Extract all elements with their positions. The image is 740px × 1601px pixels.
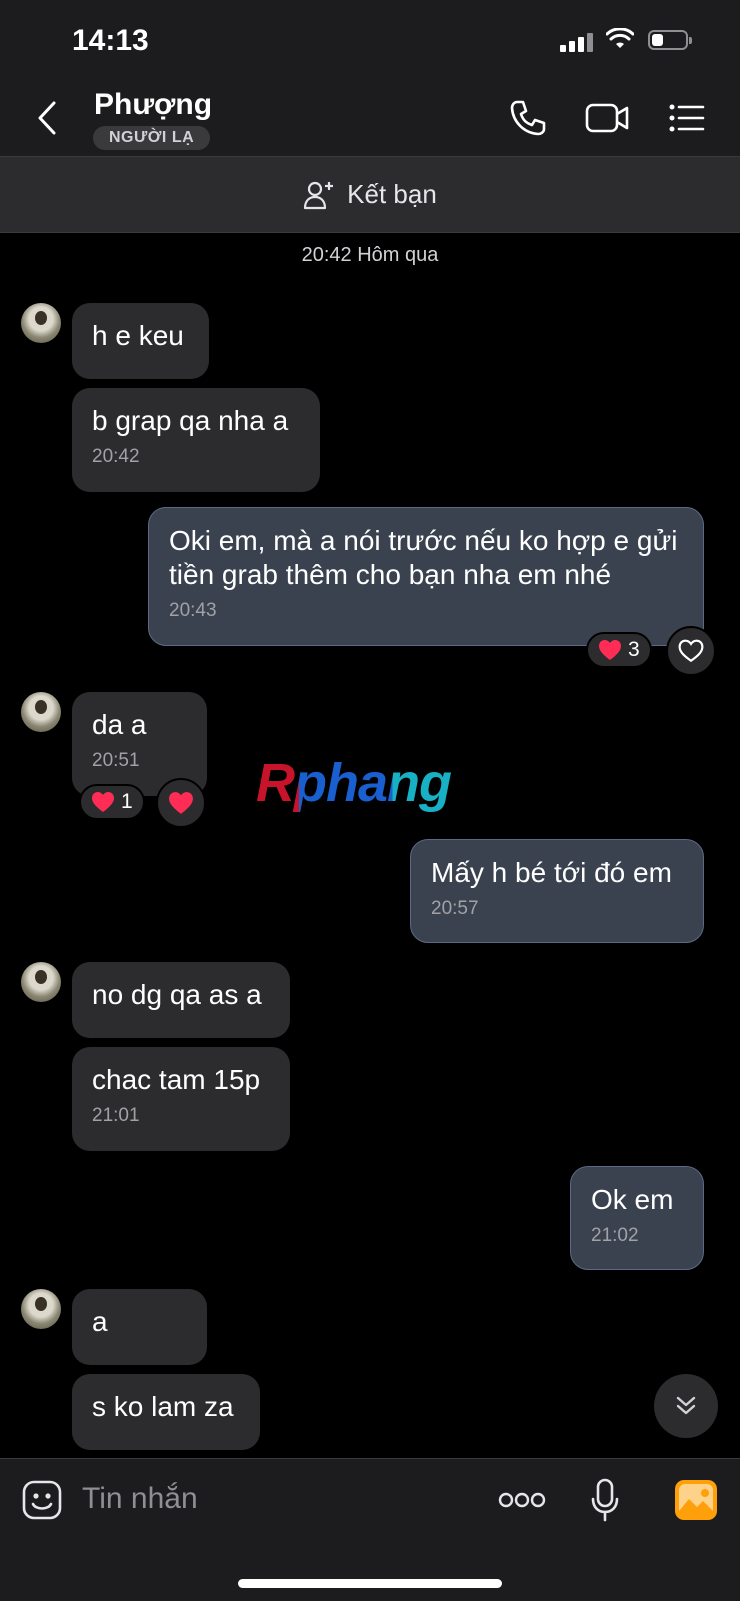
avatar[interactable]	[21, 692, 61, 732]
reaction-count: 3	[628, 638, 640, 661]
message-time: 20:57	[431, 898, 479, 919]
double-chevron-down-icon	[676, 1396, 696, 1415]
watermark-logo: Rphang	[256, 753, 452, 813]
sticker-icon[interactable]	[21, 1479, 63, 1521]
message-bubble[interactable]: Ok em 21:02	[570, 1166, 704, 1270]
message-text: a	[92, 1306, 108, 1337]
message-text: Ok em	[591, 1184, 674, 1215]
heart-icon	[599, 640, 621, 660]
react-button[interactable]	[156, 778, 206, 828]
scroll-to-bottom-button[interactable]	[654, 1374, 718, 1438]
message-bubble[interactable]: chac tam 15p 21:01	[72, 1047, 290, 1151]
heart-icon	[169, 792, 193, 814]
contact-name[interactable]: Phượng	[94, 88, 212, 122]
chevron-left-icon[interactable]	[36, 100, 58, 136]
react-button[interactable]	[666, 626, 716, 676]
message-time: 21:02	[591, 1225, 639, 1246]
reaction-count: 1	[121, 790, 133, 813]
cell-signal-icon	[560, 30, 594, 52]
message-text: h e keu	[92, 320, 184, 351]
message-time: 20:42	[92, 446, 140, 467]
avatar[interactable]	[21, 1289, 61, 1329]
avatar[interactable]	[21, 962, 61, 1002]
list-icon[interactable]	[668, 98, 706, 138]
phone-icon[interactable]	[508, 98, 548, 138]
message-text: b grap qa nha a	[92, 405, 289, 436]
message-text: Oki em, mà a nói trước nếu ko hợp e gửi …	[169, 525, 678, 590]
message-input[interactable]: Tin nhắn	[82, 1482, 198, 1516]
date-divider: 20:42 Hôm qua	[301, 244, 439, 266]
message-text: Mấy h bé tới đó em	[431, 857, 672, 888]
message-bubble[interactable]: Oki em, mà a nói trước nếu ko hợp e gửi …	[148, 507, 704, 646]
message-bubble[interactable]: h e keu	[72, 303, 209, 379]
message-text: s ko lam za	[92, 1391, 234, 1422]
avatar[interactable]	[21, 303, 61, 343]
home-indicator	[238, 1579, 502, 1588]
video-camera-icon[interactable]	[584, 98, 630, 138]
message-bubble[interactable]: no dg qa as a	[72, 962, 290, 1038]
stranger-badge: NGƯỜI LẠ	[93, 126, 211, 150]
status-time: 14:13	[72, 24, 149, 57]
message-time: 20:51	[92, 750, 140, 771]
battery-icon	[648, 30, 692, 50]
message-time: 20:43	[169, 600, 217, 621]
message-bubble[interactable]: a	[72, 1289, 207, 1365]
message-text: chac tam 15p	[92, 1064, 261, 1095]
message-bubble[interactable]: b grap qa nha a 20:42	[72, 388, 320, 492]
microphone-icon[interactable]	[590, 1478, 620, 1522]
heart-icon	[92, 792, 114, 812]
message-time: 21:01	[92, 1105, 140, 1126]
message-text: da a	[92, 709, 147, 740]
image-icon[interactable]	[674, 1479, 718, 1521]
heart-icon	[678, 639, 704, 663]
add-friend-button[interactable]: Kết bạn	[0, 157, 740, 233]
reaction-summary[interactable]: 1	[79, 784, 145, 820]
add-friend-label: Kết bạn	[347, 179, 437, 209]
more-dots-icon[interactable]	[498, 1490, 546, 1510]
message-text: no dg qa as a	[92, 979, 262, 1010]
message-bubble[interactable]: s ko lam za	[72, 1374, 260, 1450]
add-person-icon	[304, 181, 334, 209]
wifi-icon	[606, 28, 634, 48]
message-bubble[interactable]: Mấy h bé tới đó em 20:57	[410, 839, 704, 943]
reaction-summary[interactable]: 3	[586, 632, 652, 668]
